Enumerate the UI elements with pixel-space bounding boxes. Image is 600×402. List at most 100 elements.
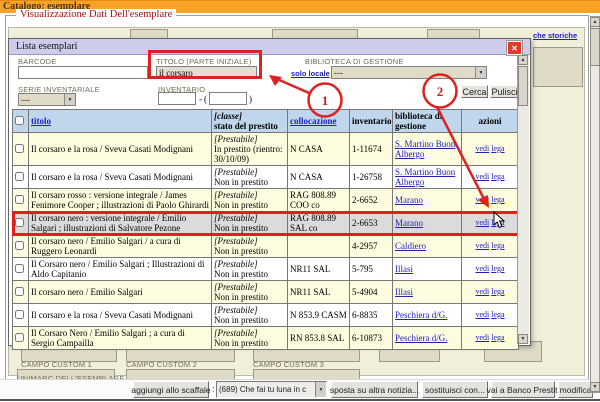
cell-stato-wrap: [Prestabile] Non in prestito: [212, 327, 288, 350]
cell-inventario: 2-6652: [350, 189, 393, 212]
cell-stato: Non in prestito: [214, 269, 285, 279]
chevron-down-icon[interactable]: ▼: [315, 382, 326, 397]
aggiungi-scaffale-button[interactable]: aggiungi allo scaffale: [133, 381, 209, 398]
collocazione-sort-link[interactable]: collocazione: [290, 116, 337, 126]
vedi-link[interactable]: vedi: [475, 144, 489, 153]
lega-link[interactable]: lega: [491, 241, 504, 250]
schede-storiche-link[interactable]: che storiche: [533, 31, 577, 40]
solo-locale-link[interactable]: solo locale: [291, 69, 330, 78]
row-checkbox[interactable]: [15, 172, 24, 181]
select-all-checkbox[interactable]: [15, 116, 24, 125]
scaffale-select[interactable]: (689) Che fai tu luna in c ▼: [216, 381, 327, 398]
inventario-from-input[interactable]: [158, 92, 196, 105]
table-row[interactable]: Il Corsaro Nero / Emilio Salgari ; a cur…: [13, 327, 519, 350]
serie-select[interactable]: --- ▼: [18, 93, 76, 106]
lega-link[interactable]: lega: [491, 333, 504, 342]
row-checkbox[interactable]: [15, 310, 24, 319]
row-checkbox[interactable]: [15, 195, 24, 204]
barcode-label: BARCODE: [18, 57, 57, 66]
lega-link[interactable]: lega: [491, 287, 504, 296]
biblioteca-link[interactable]: Marano: [395, 218, 423, 228]
scroll-up-icon[interactable]: ▲: [518, 55, 528, 65]
window-scrollbar[interactable]: ▲ ▼: [590, 16, 600, 393]
titolo-sort-link[interactable]: titolo: [31, 116, 51, 126]
esemplari-table-body: Il corsaro e la rosa / Sveva Casati Modi…: [13, 133, 519, 350]
vedi-link[interactable]: vedi: [475, 195, 489, 204]
banco-prestiti-button[interactable]: vai a Banco Prestiti: [491, 381, 555, 398]
cell-classe: [Prestabile]: [214, 305, 285, 315]
vedi-link[interactable]: vedi: [475, 310, 489, 319]
row-checkbox[interactable]: [15, 264, 24, 273]
scroll-down-icon[interactable]: ▼: [518, 334, 528, 344]
cell-classe: [Prestabile]: [214, 282, 285, 292]
cell-titolo: Il Corsaro Nero / Emilio Salgari ; a cur…: [29, 327, 212, 350]
vedi-link[interactable]: vedi: [475, 287, 489, 296]
table-row[interactable]: Il corsaro rosso : versione integrale / …: [13, 189, 519, 212]
row-checkbox[interactable]: [15, 333, 24, 342]
vedi-link[interactable]: vedi: [475, 241, 489, 250]
pulisci-button[interactable]: Pulisci: [490, 85, 519, 98]
modal-scrollbar[interactable]: ▲ ▼: [517, 55, 529, 344]
table-row[interactable]: Il corsaro e la rosa / Sveva Casati Modi…: [13, 133, 519, 166]
cell-stato-wrap: [Prestabile] Non in prestito: [212, 212, 288, 235]
cell-collocazione: NR11 SAL: [288, 258, 350, 281]
lega-link[interactable]: lega: [491, 172, 504, 181]
modifica-button[interactable]: modifica: [558, 381, 593, 398]
biblioteca-link[interactable]: Peschiera d/G.: [395, 310, 447, 320]
biblioteca-select[interactable]: --- ▼: [331, 66, 487, 79]
cell-titolo: Il corsaro e la rosa / Sveva Casati Modi…: [29, 304, 212, 327]
barcode-input[interactable]: [18, 66, 148, 79]
table-row[interactable]: Il Corsaro nero / Emilio Salgari ; Illus…: [13, 258, 519, 281]
scroll-up-icon[interactable]: ▲: [590, 17, 600, 27]
vedi-link[interactable]: vedi: [475, 218, 489, 227]
sposta-notizia-button[interactable]: sposta su altra notizia...: [331, 381, 418, 398]
cell-classe: [Prestabile]: [214, 167, 285, 177]
row-checkbox[interactable]: [15, 218, 24, 227]
inventario-to-input[interactable]: [209, 92, 247, 105]
cell-inventario: 1-26758: [350, 166, 393, 189]
table-row[interactable]: Il corsaro nero / Emilio Salgari [Presta…: [13, 281, 519, 304]
cell-collocazione: RAG 808.89 COO co: [288, 189, 350, 212]
cell-classe: [Prestabile]: [214, 328, 285, 338]
modal-scrollbar-thumb[interactable]: [518, 66, 528, 106]
cell-inventario: 5-4904: [350, 281, 393, 304]
row-checkbox[interactable]: [15, 144, 24, 153]
biblioteca-link[interactable]: Illasi: [395, 287, 413, 297]
cell-titolo: Il corsaro e la rosa / Sveva Casati Modi…: [29, 166, 212, 189]
biblioteca-link[interactable]: Caldiero: [395, 241, 426, 251]
header-titolo: titolo: [29, 110, 212, 133]
biblioteca-link[interactable]: S. Martino Buon Albergo: [395, 167, 455, 187]
header-collocazione: collocazione: [288, 110, 350, 133]
biblioteca-link[interactable]: Peschiera d/G.: [395, 333, 447, 343]
cell-stato: Non in prestito: [214, 200, 285, 210]
biblioteca-link[interactable]: Marano: [395, 195, 423, 205]
table-row[interactable]: Il corsaro e la rosa / Sveva Casati Modi…: [13, 166, 519, 189]
cerca-button[interactable]: Cerca: [461, 85, 488, 98]
scaffale-select-value: (689) Che fai tu luna in c: [219, 385, 315, 394]
titolo-input[interactable]: [156, 66, 257, 79]
sostituisci-button[interactable]: sostituisci con...: [422, 381, 488, 398]
biblioteca-link[interactable]: S. Martino Buon Albergo: [395, 139, 455, 159]
table-row[interactable]: Il corsaro nero : versione integrale / E…: [13, 212, 519, 235]
row-checkbox[interactable]: [15, 241, 24, 250]
vedi-link[interactable]: vedi: [475, 172, 489, 181]
chevron-down-icon[interactable]: ▼: [64, 94, 75, 105]
vedi-link[interactable]: vedi: [475, 264, 489, 273]
lega-link[interactable]: lega: [491, 264, 504, 273]
chevron-down-icon[interactable]: ▼: [475, 67, 486, 78]
lega-link[interactable]: lega: [491, 195, 504, 204]
table-row[interactable]: Il corsaro e la rosa / Sveva Casati Modi…: [13, 304, 519, 327]
scroll-down-icon[interactable]: ▼: [590, 382, 600, 392]
lega-link[interactable]: lega: [491, 310, 504, 319]
background-field[interactable]: [533, 47, 583, 87]
window-scrollbar-thumb[interactable]: [590, 28, 600, 66]
row-checkbox[interactable]: [15, 287, 24, 296]
lega-link[interactable]: lega: [491, 144, 504, 153]
vedi-link[interactable]: vedi: [475, 333, 489, 342]
cell-inventario: 5-795: [350, 258, 393, 281]
modal-title-bar[interactable]: Lista esemplari: [9, 39, 530, 55]
table-row[interactable]: Il corsaro nero / Emilio Salgari / a cur…: [13, 235, 519, 258]
lega-link[interactable]: lega: [491, 218, 504, 227]
biblioteca-link[interactable]: Illasi: [395, 264, 413, 274]
close-icon[interactable]: ✕: [507, 41, 522, 55]
